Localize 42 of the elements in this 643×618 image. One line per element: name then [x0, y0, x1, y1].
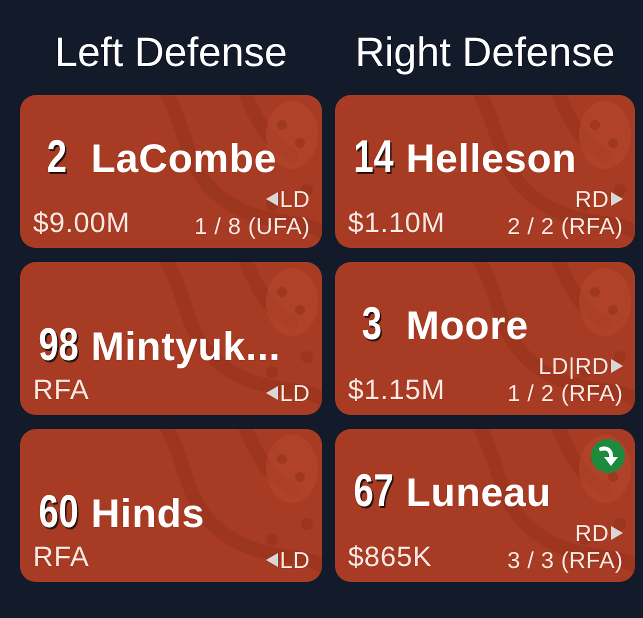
jersey-number: 3	[362, 300, 382, 346]
position-text: RD	[574, 186, 609, 213]
player-name: Moore	[406, 303, 528, 350]
jersey-number: 67	[354, 467, 394, 514]
salary-text: RFA	[33, 374, 90, 406]
position-text: LD	[280, 186, 310, 213]
position-text: LD	[280, 380, 310, 406]
position-text: RD	[574, 520, 609, 547]
jersey-number: 98	[38, 320, 79, 367]
caret-left-icon	[266, 386, 278, 400]
player-name: Luneau	[406, 470, 552, 516]
salary-text: $1.15M	[348, 374, 445, 406]
caret-right-icon	[611, 526, 623, 540]
salary-text: $9.00M	[33, 206, 130, 239]
contract-text: 2 / 2 (RFA)	[507, 212, 623, 239]
player-name: LaCombe	[91, 136, 277, 182]
player-card[interactable]: 98 Mintyuk... RFA LD	[20, 262, 322, 415]
player-card[interactable]: 14 Helleson $1.10M RD 2 / 2 (RFA)	[335, 95, 635, 248]
jersey-number: 60	[38, 488, 79, 534]
jersey-number: 14	[354, 133, 394, 180]
caret-right-icon	[611, 192, 623, 206]
position-text: LD|RD	[538, 353, 609, 380]
salary-text: $1.10M	[348, 206, 445, 239]
salary-text: RFA	[33, 540, 90, 573]
player-name: Mintyuk...	[91, 324, 280, 370]
player-card[interactable]: 3 Moore $1.15M LD|RD 1 / 2 (RFA)	[335, 262, 635, 415]
caret-left-icon	[266, 552, 278, 567]
player-card[interactable]: 60 Hinds RFA LD	[20, 429, 322, 582]
player-name: Helleson	[406, 136, 577, 182]
player-name: Hinds	[91, 490, 205, 537]
jersey-number: 2	[47, 133, 67, 180]
caret-right-icon	[611, 359, 623, 374]
salary-text: $865K	[348, 540, 432, 573]
position-text: LD	[280, 546, 310, 573]
player-card[interactable]: 2 LaCombe $9.00M LD 1 / 8 (UFA)	[20, 95, 322, 248]
contract-text: 1 / 2 (RFA)	[507, 380, 623, 406]
caret-left-icon	[266, 192, 278, 206]
player-card[interactable]: 67 Luneau $865K RD 3 / 3 (RFA)	[335, 429, 635, 582]
contract-text: 1 / 8 (UFA)	[194, 212, 310, 239]
column-heading: Left Defense	[54, 28, 288, 76]
contract-text: 3 / 3 (RFA)	[507, 546, 623, 573]
column-heading: Right Defense	[354, 28, 616, 76]
